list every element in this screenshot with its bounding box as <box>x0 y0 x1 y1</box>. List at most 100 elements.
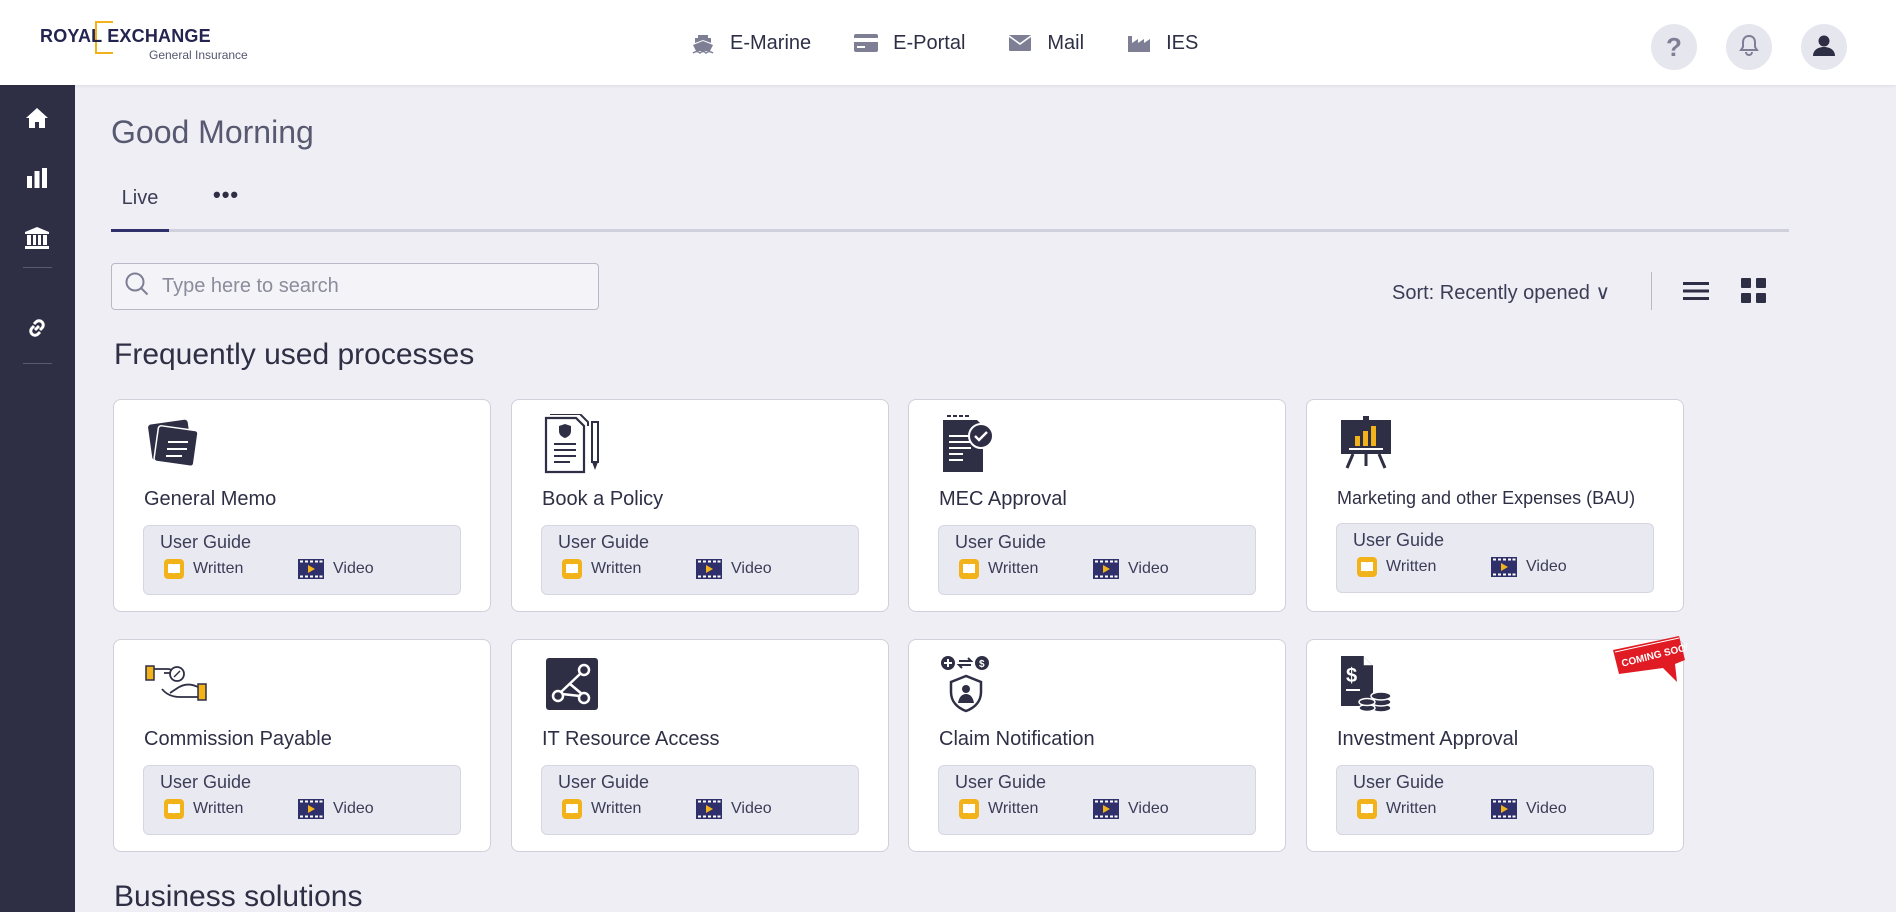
user-guide-panel: User Guide Written Video <box>541 765 859 835</box>
written-label: Written <box>988 560 1039 577</box>
written-guide-link[interactable]: Written <box>562 559 641 579</box>
video-guide-link[interactable]: Video <box>696 559 772 579</box>
nav-item-e-portal[interactable]: E-Portal <box>853 28 965 58</box>
book-icon <box>959 559 979 579</box>
greeting-heading: Good Morning <box>111 114 314 150</box>
tab-bar-line <box>111 229 1789 232</box>
process-card-mec-approval[interactable]: MEC Approval User Guide Written Video <box>908 399 1286 612</box>
film-icon <box>1491 799 1517 819</box>
section-title-business: Business solutions <box>114 880 363 912</box>
video-guide-link[interactable]: Video <box>696 799 772 819</box>
video-label: Video <box>731 560 772 577</box>
written-guide-link[interactable]: Written <box>164 559 243 579</box>
film-icon <box>696 559 722 579</box>
help-icon: ? <box>1666 31 1682 62</box>
process-card-commission-payable[interactable]: Commission Payable User Guide Written Vi… <box>113 639 491 852</box>
policy-icon <box>542 413 606 474</box>
video-guide-link[interactable]: Video <box>1093 799 1169 819</box>
tab-bar: Live ••• <box>111 178 1789 232</box>
grid-icon <box>1741 277 1767 309</box>
list-view-button[interactable] <box>1682 280 1710 306</box>
card-title: IT Resource Access <box>542 728 720 750</box>
user-guide-label: User Guide <box>160 772 252 792</box>
shield-person-icon: $ <box>939 654 1003 714</box>
home-icon[interactable] <box>24 105 50 131</box>
written-label: Written <box>591 560 642 577</box>
book-icon <box>562 799 582 819</box>
user-guide-panel: User Guide Written Video <box>1336 523 1654 593</box>
written-label: Written <box>193 560 244 577</box>
video-label: Video <box>1526 558 1567 575</box>
film-icon <box>1491 557 1517 577</box>
tab-live[interactable]: Live <box>111 178 169 232</box>
sort-dropdown[interactable]: Sort: Recently opened ∨ <box>1392 280 1610 305</box>
notifications-button[interactable] <box>1726 24 1772 70</box>
grid-view-button[interactable] <box>1740 277 1768 309</box>
factory-icon <box>1126 32 1152 54</box>
logo-subtitle: General Insurance <box>149 48 248 62</box>
book-icon <box>164 799 184 819</box>
search-box[interactable] <box>111 263 599 310</box>
coming-soon-badge: COMING SOON! <box>1609 634 1697 690</box>
search-input[interactable] <box>162 275 582 298</box>
process-card-claim-notification[interactable]: $ Claim Notification User Guide Written … <box>908 639 1286 852</box>
process-card-investment-approval[interactable]: $ COMING SOON! Investment Approval User … <box>1306 636 1697 852</box>
card-title: MEC Approval <box>939 488 1067 510</box>
active-tab-indicator <box>111 229 169 232</box>
book-icon <box>1357 557 1377 577</box>
process-card-book-a-policy[interactable]: Book a Policy User Guide Written Video <box>511 399 889 612</box>
presentation-board-icon <box>1337 414 1401 474</box>
chart-icon[interactable] <box>24 165 50 191</box>
card-title: Book a Policy <box>542 488 664 510</box>
video-label: Video <box>1128 800 1169 817</box>
written-label: Written <box>1386 800 1437 817</box>
profile-button[interactable] <box>1801 24 1847 70</box>
book-icon <box>959 799 979 819</box>
card-icon <box>853 32 879 54</box>
video-guide-link[interactable]: Video <box>1491 557 1567 577</box>
user-guide-label: User Guide <box>558 532 650 552</box>
process-card-it-resource-access[interactable]: IT Resource Access User Guide Written Vi… <box>511 639 889 852</box>
written-label: Written <box>1386 558 1437 575</box>
film-icon <box>696 799 722 819</box>
building-icon[interactable] <box>24 225 50 251</box>
video-label: Video <box>333 560 374 577</box>
video-guide-link[interactable]: Video <box>298 799 374 819</box>
ship-icon <box>690 32 716 54</box>
nav-item-mail[interactable]: Mail <box>1007 28 1084 58</box>
top-bar: ROYAL EXCHANGE General Insurance E-Marin… <box>0 0 1896 85</box>
approval-document-icon <box>939 414 1003 474</box>
user-guide-panel: User Guide Written Video <box>938 525 1256 595</box>
more-tabs-button[interactable]: ••• <box>213 184 243 210</box>
sidebar <box>0 85 75 912</box>
written-guide-link[interactable]: Written <box>959 559 1038 579</box>
written-guide-link[interactable]: Written <box>959 799 1038 819</box>
process-card-general-memo[interactable]: General Memo User Guide Written Video <box>113 399 491 612</box>
video-guide-link[interactable]: Video <box>1093 559 1169 579</box>
link-icon[interactable] <box>24 315 50 341</box>
bell-icon <box>1739 34 1759 61</box>
card-title: Investment Approval <box>1337 728 1519 750</box>
svg-text:$: $ <box>1346 665 1357 687</box>
list-icon <box>1683 280 1709 307</box>
user-guide-panel: User Guide Written Video <box>1336 765 1654 835</box>
written-guide-link[interactable]: Written <box>1357 557 1436 577</box>
card-title: Commission Payable <box>144 728 332 750</box>
written-guide-link[interactable]: Written <box>1357 799 1436 819</box>
nav-item-ies[interactable]: IES <box>1126 28 1198 58</box>
process-card-marketing-expenses[interactable]: Marketing and other Expenses (BAU) User … <box>1306 399 1684 612</box>
user-icon <box>1813 34 1835 61</box>
written-guide-link[interactable]: Written <box>164 799 243 819</box>
video-guide-link[interactable]: Video <box>1491 799 1567 819</box>
user-guide-label: User Guide <box>955 532 1047 552</box>
written-label: Written <box>988 800 1039 817</box>
help-button[interactable]: ? <box>1651 24 1697 70</box>
written-guide-link[interactable]: Written <box>562 799 641 819</box>
company-logo[interactable]: ROYAL EXCHANGE General Insurance <box>40 20 260 68</box>
video-guide-link[interactable]: Video <box>298 559 374 579</box>
nav-item-e-marine[interactable]: E-Marine <box>690 28 811 58</box>
book-icon <box>1357 799 1377 819</box>
hand-coin-icon <box>144 654 208 714</box>
toolbar-divider <box>1651 272 1652 310</box>
video-label: Video <box>333 800 374 817</box>
